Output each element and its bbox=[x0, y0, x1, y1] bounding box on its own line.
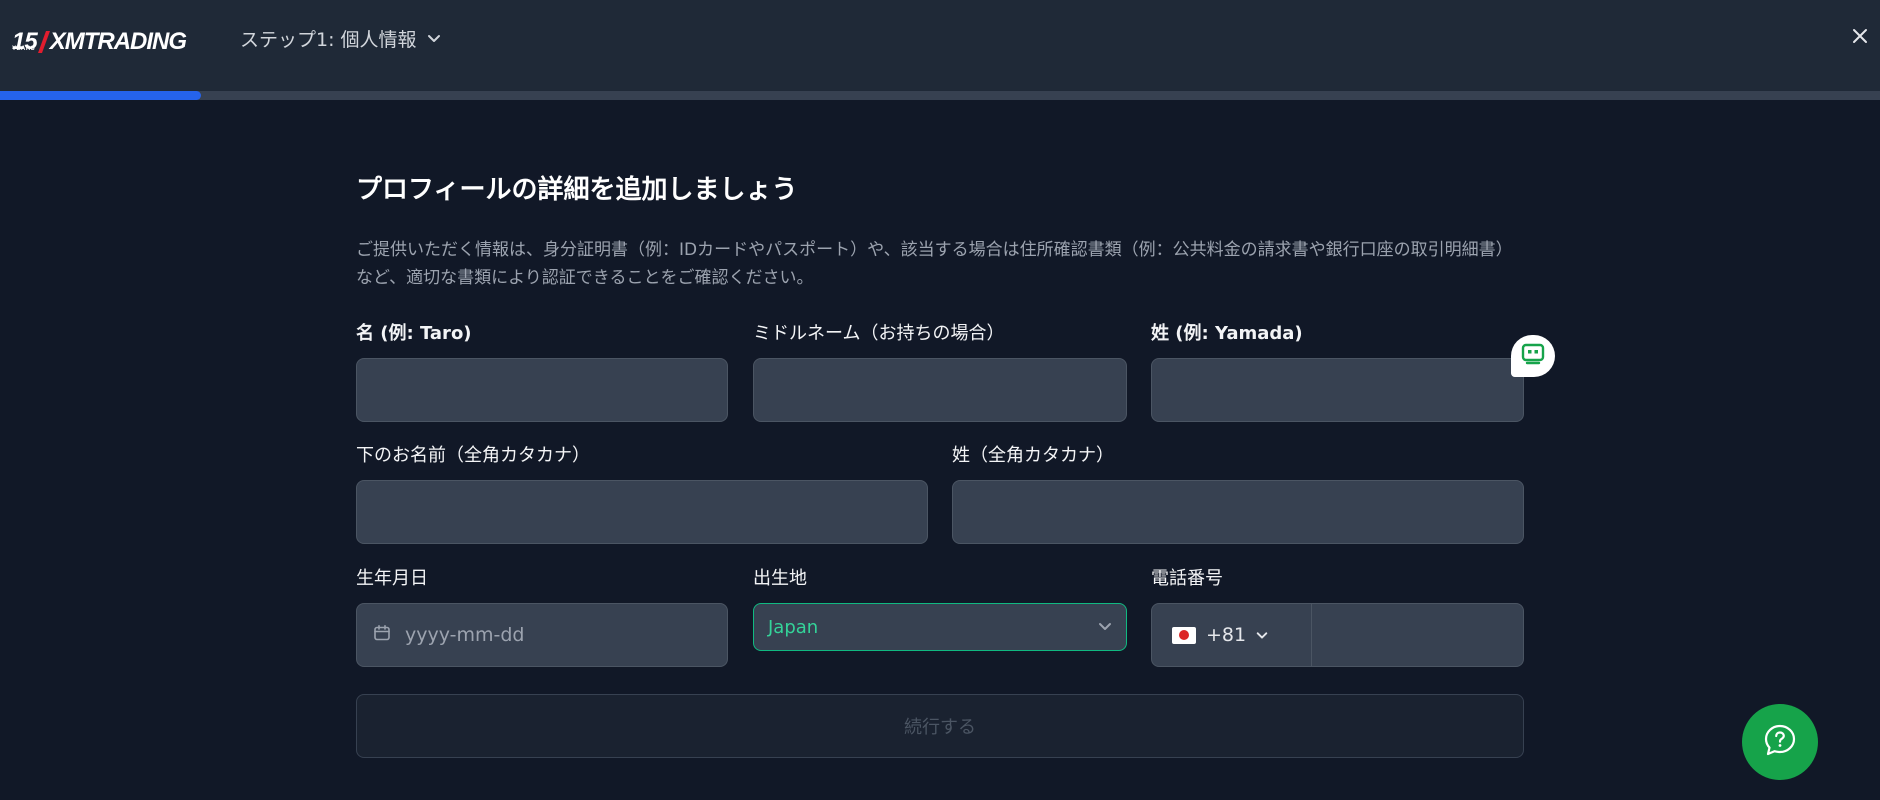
close-icon bbox=[1852, 28, 1868, 48]
dob-input[interactable]: yyyy-mm-dd bbox=[356, 603, 728, 667]
phone-field: 電話番号 +81 bbox=[1151, 567, 1524, 667]
middle-name-input[interactable] bbox=[753, 358, 1127, 422]
question-icon bbox=[1763, 723, 1797, 761]
assistant-bot-icon bbox=[1521, 343, 1545, 369]
phone-label: 電話番号 bbox=[1151, 568, 1223, 589]
chevron-down-icon bbox=[1256, 624, 1268, 646]
progress-bar bbox=[0, 91, 1880, 100]
last-name-input[interactable] bbox=[1151, 358, 1524, 422]
top-bar: 15 YEARS XMTRADING ステップ1: 個人情報 bbox=[0, 0, 1880, 100]
dob-field: 生年月日 yyyy-mm-dd bbox=[356, 567, 728, 667]
last-name-kana-label: 姓（全角カタカナ） bbox=[952, 445, 1114, 466]
birthplace-select[interactable]: Japan bbox=[753, 603, 1127, 651]
dob-placeholder: yyyy-mm-dd bbox=[405, 624, 525, 646]
last-name-label: 姓 (例: Yamada) bbox=[1151, 323, 1303, 344]
last-name-kana-field: 姓（全角カタカナ） bbox=[952, 444, 1524, 544]
assistant-bot-button[interactable] bbox=[1511, 335, 1555, 377]
country-code-select[interactable]: +81 bbox=[1152, 604, 1312, 666]
phone-number-input[interactable] bbox=[1312, 604, 1523, 666]
birthplace-field: 出生地 Japan bbox=[753, 567, 1127, 651]
close-button[interactable] bbox=[1846, 24, 1874, 52]
chevron-down-icon bbox=[1098, 617, 1112, 638]
first-name-label: 名 (例: Taro) bbox=[356, 323, 472, 344]
dob-label: 生年月日 bbox=[356, 568, 428, 589]
progress-fill bbox=[0, 91, 202, 100]
chevron-down-icon bbox=[427, 31, 441, 45]
birthplace-value: Japan bbox=[768, 616, 819, 638]
first-name-field: 名 (例: Taro) bbox=[356, 322, 728, 422]
step-label: ステップ1: 個人情報 bbox=[240, 28, 417, 51]
first-name-kana-label: 下のお名前（全角カタカナ） bbox=[356, 445, 590, 466]
middle-name-label: ミドルネーム（お持ちの場合） bbox=[753, 323, 1005, 344]
page-title: プロフィールの詳細を追加しましょう bbox=[356, 175, 798, 205]
form-description: ご提供いただく情報は、身分証明書（例：IDカードやパスポート）や、該当する場合は… bbox=[356, 240, 1513, 288]
first-name-kana-field: 下のお名前（全角カタカナ） bbox=[356, 444, 928, 544]
xm-logo[interactable]: 15 YEARS XMTRADING bbox=[12, 24, 187, 55]
help-chat-button[interactable] bbox=[1742, 704, 1818, 780]
logo-brand-text: XMTRADING bbox=[49, 28, 187, 55]
phone-input-group: +81 bbox=[1151, 603, 1524, 667]
japan-flag-icon bbox=[1172, 626, 1196, 644]
continue-button[interactable]: 続行する bbox=[356, 694, 1524, 758]
calendar-icon bbox=[373, 624, 391, 647]
last-name-kana-input[interactable] bbox=[952, 480, 1524, 544]
first-name-kana-input[interactable] bbox=[356, 480, 928, 544]
step-dropdown[interactable]: ステップ1: 個人情報 bbox=[240, 24, 441, 52]
birthplace-label: 出生地 bbox=[753, 568, 807, 589]
profile-form: プロフィールの詳細を追加しましょう ご提供いただく情報は、身分証明書（例：IDカ… bbox=[356, 168, 1524, 288]
country-code-value: +81 bbox=[1206, 624, 1247, 646]
first-name-input[interactable] bbox=[356, 358, 728, 422]
logo-years-text: YEARS bbox=[12, 46, 36, 52]
middle-name-field: ミドルネーム（お持ちの場合） bbox=[753, 322, 1127, 422]
last-name-field: 姓 (例: Yamada) bbox=[1151, 322, 1524, 422]
logo-red-slash bbox=[37, 31, 50, 53]
